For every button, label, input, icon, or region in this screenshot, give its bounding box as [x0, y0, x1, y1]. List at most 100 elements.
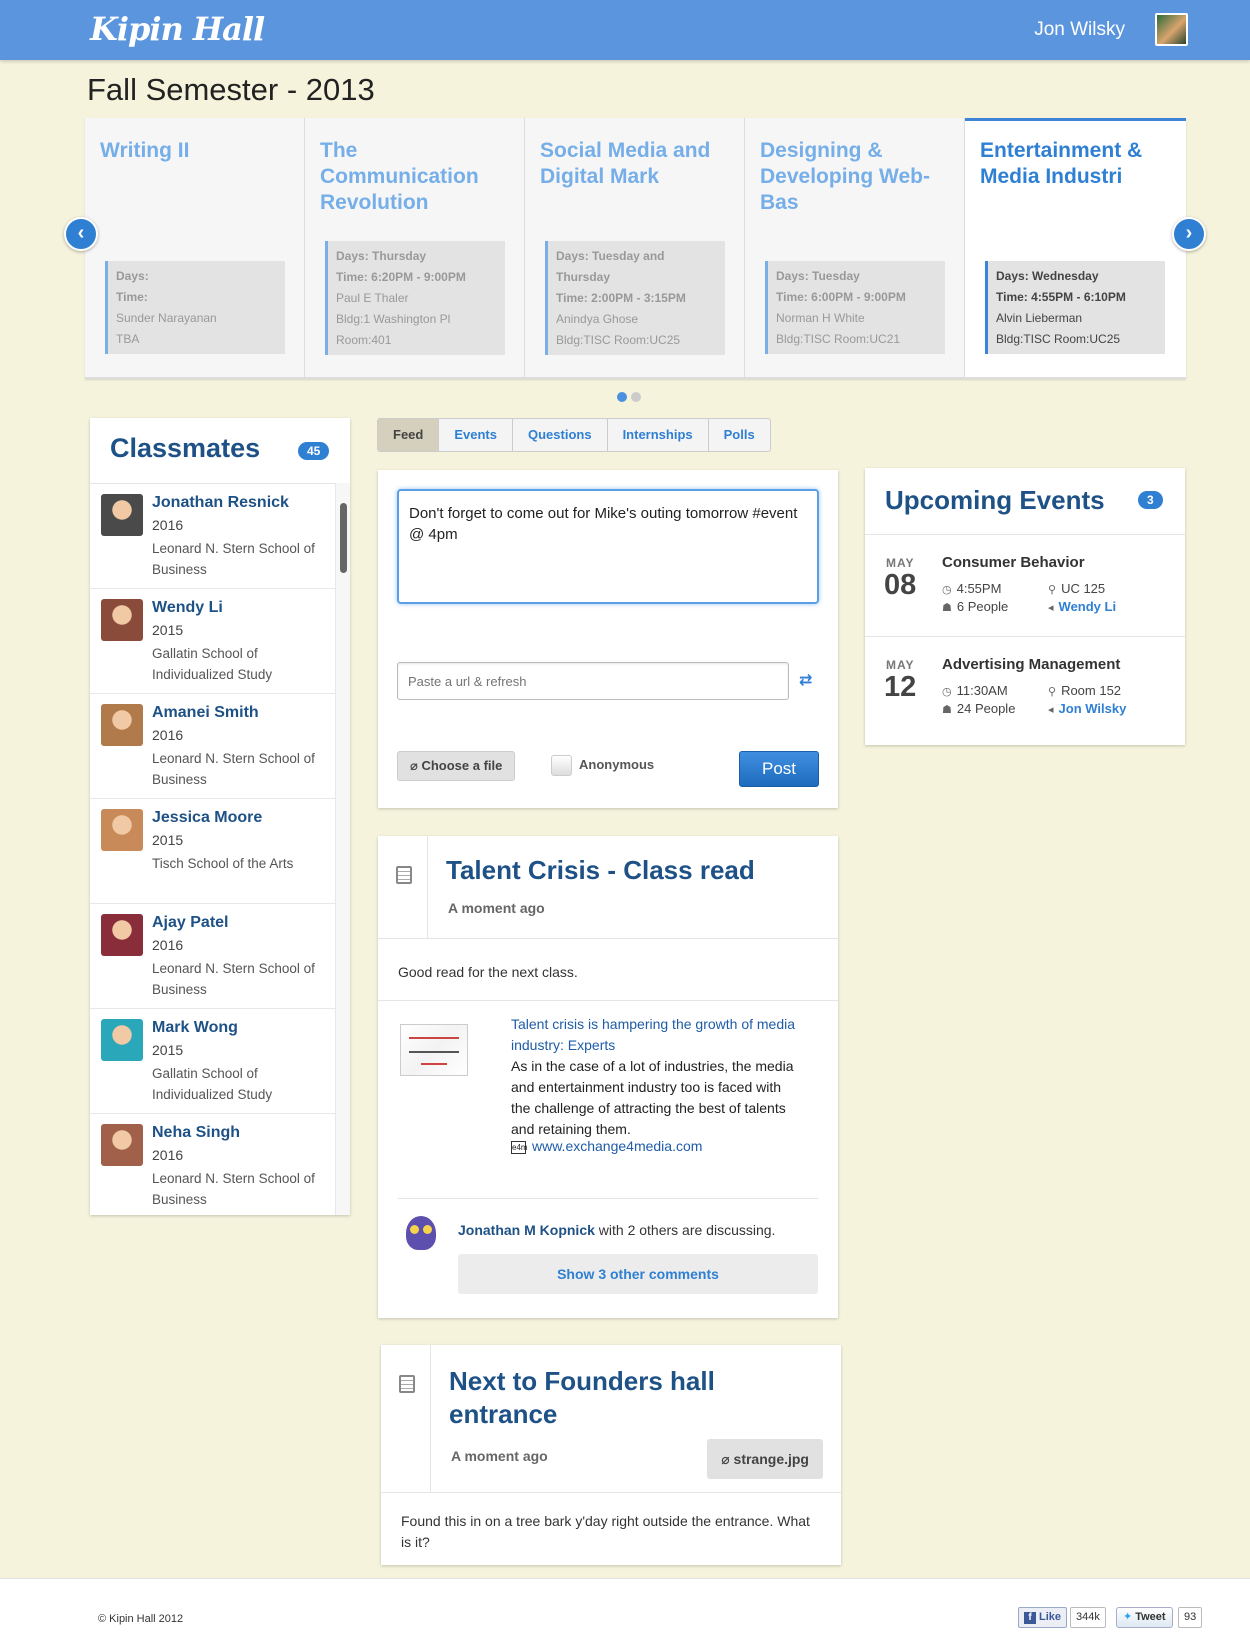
- classmate-year: 2015: [152, 832, 184, 848]
- checkbox[interactable]: [551, 755, 572, 777]
- event-name[interactable]: Advertising Management: [942, 656, 1120, 673]
- twitter-icon: ✦: [1123, 1611, 1133, 1623]
- link-url-text[interactable]: www.exchange4media.com: [532, 1138, 702, 1154]
- avatar[interactable]: [406, 1216, 436, 1250]
- list-item[interactable]: Ajay Patel 2016 Leonard N. Stern School …: [90, 904, 335, 1009]
- event-time: ◷ 4:55PM: [942, 581, 1001, 596]
- classmates-list: Jonathan Resnick 2016 Leonard N. Stern S…: [90, 483, 335, 1215]
- tab-feed[interactable]: Feed: [378, 419, 440, 451]
- course-card[interactable]: Designing & Developing Web-Bas Days: Tue…: [745, 118, 965, 377]
- list-item[interactable]: Mark Wong 2015 Gallatin School of Indivi…: [90, 1009, 335, 1114]
- course-carousel: Writing II Days: Time: Sunder Narayanan …: [85, 118, 1186, 379]
- event-host-link[interactable]: Wendy Li: [1059, 599, 1117, 614]
- tweet-button[interactable]: ✦ Tweet: [1116, 1607, 1173, 1628]
- classmate-name[interactable]: Wendy Li: [152, 599, 223, 617]
- course-card[interactable]: Social Media and Digital Mark Days: Tues…: [525, 118, 745, 377]
- discussion-user[interactable]: Jonathan M Kopnick: [458, 1222, 595, 1238]
- choose-file-button[interactable]: ⌀ Choose a file: [397, 751, 516, 781]
- classmate-school: Gallatin School of Individualized Study: [152, 1066, 273, 1102]
- tab-questions[interactable]: Questions: [513, 419, 608, 451]
- post-title[interactable]: Next to Founders hall entrance: [449, 1365, 729, 1431]
- course-card[interactable]: Writing II Days: Time: Sunder Narayanan …: [85, 118, 305, 377]
- pagination-dot-active[interactable]: [617, 392, 627, 402]
- chevron-right-icon[interactable]: ›: [1172, 217, 1206, 251]
- list-item[interactable]: Wendy Li 2015 Gallatin School of Individ…: [90, 589, 335, 694]
- course-title[interactable]: The Communication Revolution: [320, 138, 514, 216]
- clock-icon: ◷: [942, 584, 952, 596]
- scrollbar[interactable]: [335, 483, 350, 1215]
- course-info: Days: Tuesday and Thursday Time: 2:00PM …: [545, 241, 725, 355]
- event-month: MAY: [886, 556, 915, 570]
- avatar[interactable]: [101, 1019, 143, 1061]
- avatar[interactable]: [101, 494, 143, 536]
- post-body: Found this in on a tree bark y'day right…: [401, 1513, 810, 1550]
- post-title[interactable]: Talent Crisis - Class read: [446, 854, 755, 887]
- event-item[interactable]: MAY 08 Consumer Behavior ◷ 4:55PM ⚲ UC 125…: [865, 534, 1185, 636]
- course-instructor: Anindya Ghose: [556, 312, 639, 326]
- pagination-dot[interactable]: [631, 392, 641, 402]
- event-name[interactable]: Consumer Behavior: [942, 554, 1085, 571]
- link-thumbnail[interactable]: [400, 1024, 468, 1076]
- avatar[interactable]: [101, 809, 143, 851]
- course-title[interactable]: Designing & Developing Web-Bas: [760, 138, 954, 216]
- show-comments-button[interactable]: Show 3 other comments: [458, 1254, 818, 1294]
- tweet-count: 93: [1178, 1607, 1203, 1628]
- event-host-link[interactable]: Jon Wilsky: [1059, 701, 1127, 716]
- course-card-active[interactable]: Entertainment & Media Industri Days: Wed…: [965, 118, 1186, 377]
- post-icon-column: [381, 1345, 431, 1492]
- event-time: ◷ 11:30AM: [942, 683, 1008, 698]
- course-instructor: Sunder Narayanan: [116, 311, 217, 325]
- list-item[interactable]: Neha Singh 2016 Leonard N. Stern School …: [90, 1114, 335, 1215]
- course-info: Days: Time: Sunder Narayanan TBA: [105, 261, 285, 354]
- avatar[interactable]: [101, 914, 143, 956]
- classmate-year: 2016: [152, 1147, 184, 1163]
- link-title[interactable]: Talent crisis is hampering the growth of…: [511, 1014, 796, 1056]
- facebook-like-button[interactable]: f Like: [1018, 1607, 1068, 1628]
- event-item[interactable]: MAY 12 Advertising Management ◷ 11:30AM ⚲…: [865, 636, 1185, 738]
- post-button[interactable]: Post: [739, 751, 819, 787]
- map-pin-icon: ⚲: [1048, 686, 1057, 698]
- attachment-name[interactable]: strange.jpg: [734, 1451, 809, 1467]
- course-title[interactable]: Writing II: [100, 138, 294, 164]
- post-textarea[interactable]: [397, 489, 819, 604]
- tab-polls[interactable]: Polls: [709, 419, 770, 451]
- attachment-button[interactable]: ⌀ strange.jpg: [707, 1439, 823, 1479]
- classmate-name[interactable]: Jessica Moore: [152, 809, 262, 827]
- classmate-name[interactable]: Mark Wong: [152, 1019, 238, 1037]
- classmate-name[interactable]: Amanei Smith: [152, 704, 259, 722]
- scrollbar-thumb[interactable]: [340, 503, 347, 573]
- list-item[interactable]: Jessica Moore 2015 Tisch School of the A…: [90, 799, 335, 904]
- course-title[interactable]: Social Media and Digital Mark: [540, 138, 734, 190]
- anonymous-checkbox[interactable]: Anonymous: [551, 753, 654, 777]
- classmate-name[interactable]: Ajay Patel: [152, 914, 228, 932]
- user-avatar[interactable]: [1155, 13, 1188, 46]
- list-item[interactable]: Jonathan Resnick 2016 Leonard N. Stern S…: [90, 484, 335, 589]
- course-location: Bldg:TISC Room:UC25: [556, 333, 681, 347]
- map-pin-icon: ⚲: [1048, 584, 1057, 596]
- link-url[interactable]: e4m www.exchange4media.com: [511, 1138, 702, 1154]
- feed-tabs: Feed Events Questions Internships Polls: [377, 418, 771, 452]
- course-card[interactable]: The Communication Revolution Days: Thurs…: [305, 118, 525, 377]
- url-input[interactable]: [397, 662, 789, 700]
- event-location-text: Room 152: [1061, 683, 1122, 698]
- chevron-left-icon[interactable]: ‹: [64, 217, 98, 251]
- classmate-year: 2016: [152, 937, 184, 953]
- course-days: Thursday: [372, 249, 427, 263]
- list-item[interactable]: Amanei Smith 2016 Leonard N. Stern Schoo…: [90, 694, 335, 799]
- avatar[interactable]: [101, 704, 143, 746]
- post-timestamp: A moment ago: [451, 1448, 548, 1464]
- tab-events[interactable]: Events: [439, 419, 513, 451]
- tab-internships[interactable]: Internships: [608, 419, 709, 451]
- classmate-name[interactable]: Neha Singh: [152, 1124, 240, 1142]
- refresh-icon[interactable]: ⇄: [799, 670, 812, 690]
- event-location-text: UC 125: [1061, 581, 1106, 596]
- choose-file-label: Choose a file: [421, 758, 503, 773]
- days-label: Days:: [776, 269, 809, 283]
- logo[interactable]: Kipin Hall: [90, 10, 265, 48]
- avatar[interactable]: [101, 599, 143, 641]
- avatar[interactable]: [101, 1124, 143, 1166]
- classmate-year: 2016: [152, 517, 184, 533]
- course-title[interactable]: Entertainment & Media Industri: [980, 138, 1176, 190]
- user-name[interactable]: Jon Wilsky: [1034, 19, 1125, 41]
- classmate-name[interactable]: Jonathan Resnick: [152, 494, 289, 512]
